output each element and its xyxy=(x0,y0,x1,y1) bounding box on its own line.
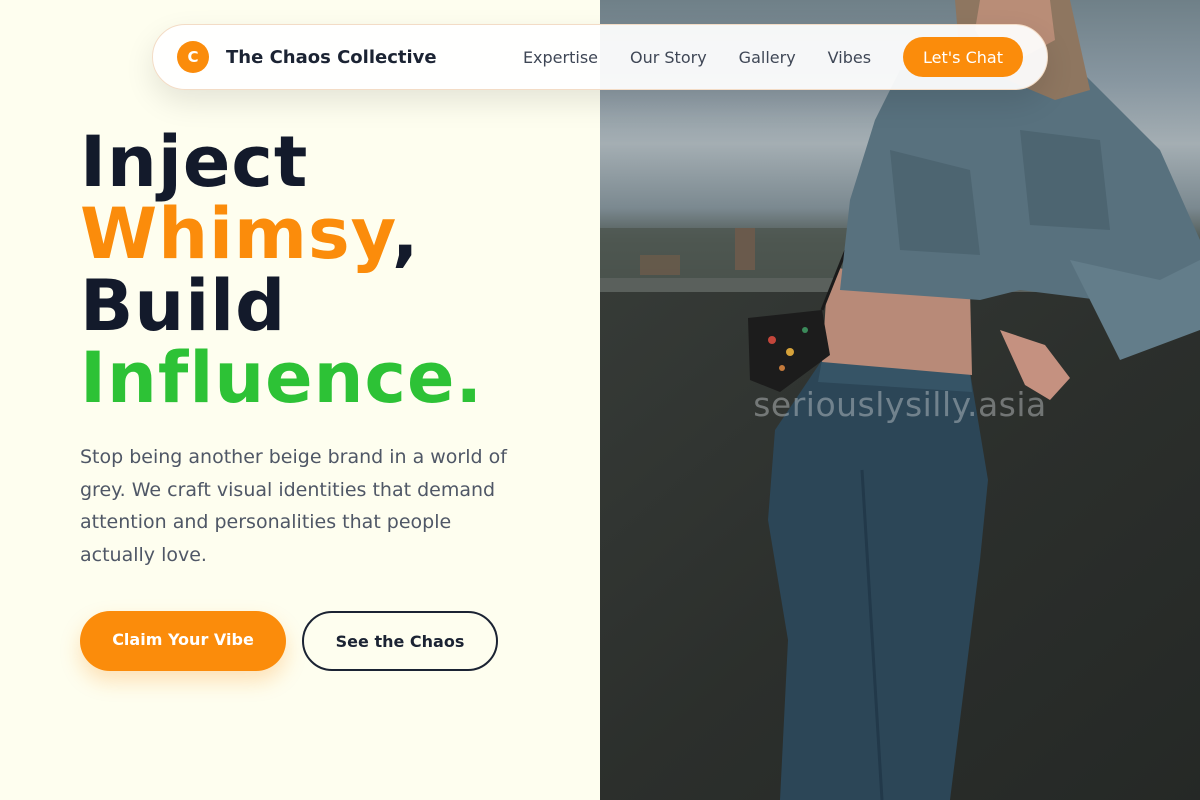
headline-line-3: Build xyxy=(80,265,287,347)
see-the-chaos-button[interactable]: See the Chaos xyxy=(302,611,498,671)
photo-watermark: seriouslysilly.asia xyxy=(753,385,1047,424)
top-navigation: C The Chaos Collective Expertise Our Sto… xyxy=(152,24,1048,90)
nav-links: Expertise Our Story Gallery Vibes Let's … xyxy=(523,37,1023,77)
nav-link-our-story[interactable]: Our Story xyxy=(630,48,707,67)
headline-line-2: Whimsy, xyxy=(80,198,483,270)
headline-line-1: Inject xyxy=(80,121,309,203)
nav-link-expertise[interactable]: Expertise xyxy=(523,48,598,67)
hero-headline: Inject Whimsy, Build Influence. xyxy=(80,126,483,414)
brand-name[interactable]: The Chaos Collective xyxy=(226,47,437,68)
logo-icon[interactable]: C xyxy=(177,41,209,73)
claim-your-vibe-button[interactable]: Claim Your Vibe xyxy=(80,611,286,671)
hero-description: Stop being another beige brand in a worl… xyxy=(80,446,507,566)
headline-comma: , xyxy=(391,193,420,275)
nav-link-vibes[interactable]: Vibes xyxy=(828,48,871,67)
headline-accent-influence: Influence. xyxy=(80,337,484,419)
lets-chat-button[interactable]: Let's Chat xyxy=(903,37,1023,77)
hero-photo: seriouslysilly.asia xyxy=(600,0,1200,800)
nav-link-gallery[interactable]: Gallery xyxy=(739,48,796,67)
headline-accent-whimsy: Whimsy xyxy=(80,193,392,275)
